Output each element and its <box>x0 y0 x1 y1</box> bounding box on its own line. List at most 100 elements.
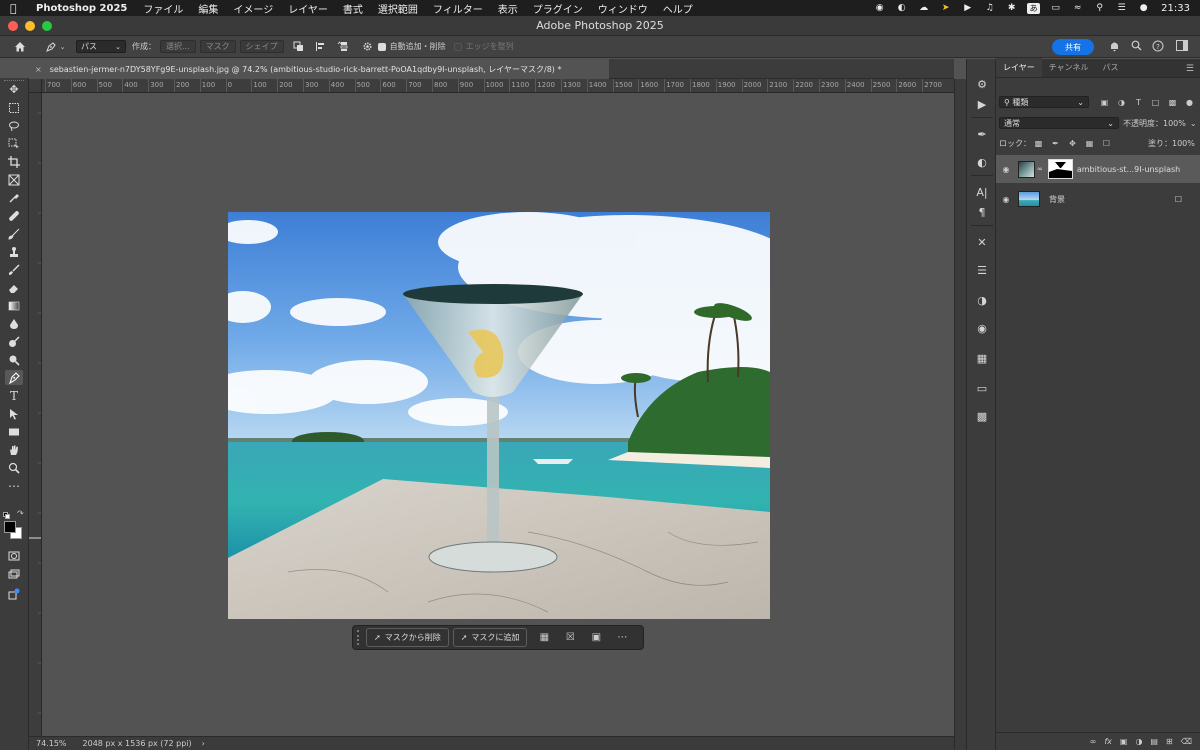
clock[interactable]: 21:33 <box>1161 3 1190 14</box>
tool-presets-icon[interactable]: ✕ <box>975 235 989 249</box>
marquee-tool[interactable] <box>5 100 23 115</box>
eye-icon[interactable]: ◉ <box>996 165 1016 174</box>
pen-mode-select[interactable]: パス ⌄ <box>76 40 126 53</box>
mask-properties-button[interactable]: ▦ <box>531 628 557 647</box>
menu-select[interactable]: 選択範囲 <box>378 1 418 16</box>
eyedropper-tool[interactable] <box>5 190 23 205</box>
path-selection-tool[interactable] <box>5 406 23 421</box>
make-selection-button[interactable]: 選択... <box>160 40 196 53</box>
auto-add-delete-checkbox[interactable] <box>377 42 386 51</box>
zoom-quick-tool[interactable] <box>5 352 23 367</box>
menu-view[interactable]: 表示 <box>498 1 518 16</box>
notifications-icon[interactable] <box>1109 40 1120 54</box>
close-window-button[interactable] <box>8 21 18 31</box>
workspace-icon[interactable] <box>1176 40 1188 53</box>
layer-row[interactable]: ◉ 背景 ☐ <box>996 185 1200 213</box>
folder-icon[interactable]: ▤ <box>1150 737 1158 746</box>
gradients-icon[interactable]: ▭ <box>975 381 989 395</box>
fill-value[interactable]: 100% <box>1172 139 1195 148</box>
adjustments-icon[interactable]: ☰ <box>975 263 989 277</box>
menu-file[interactable]: ファイル <box>143 1 183 16</box>
horizontal-ruler[interactable]: 700 600 500 400 300 200 100 0 100 200 300 400 500 600… <box>42 79 954 93</box>
object-selection-tool[interactable] <box>5 136 23 151</box>
hand-tool[interactable] <box>5 442 23 457</box>
frame-group-button[interactable] <box>5 586 23 601</box>
add-to-mask-button[interactable]: ➚ マスクに追加 <box>452 628 528 647</box>
lock-transparent-icon[interactable]: ▩ <box>1033 138 1044 149</box>
cloud-icon[interactable]: ☁ <box>917 3 930 13</box>
zoom-tool[interactable] <box>5 460 23 475</box>
make-shape-button[interactable]: シェイプ <box>239 40 284 53</box>
document-tab[interactable]: × sebastien-jermer-n7DY58YFg9E-unsplash.… <box>29 59 609 79</box>
menu-layer[interactable]: レイヤー <box>288 1 328 16</box>
path-settings-button[interactable] <box>358 39 378 55</box>
tool-preset-picker[interactable]: ⌄ <box>38 39 72 55</box>
move-tool[interactable]: ✥ <box>5 82 23 97</box>
patterns-icon[interactable]: ▦ <box>975 351 989 365</box>
trash-icon[interactable]: ⌫ <box>1181 737 1192 746</box>
home-button[interactable] <box>6 39 34 55</box>
blend-mode-select[interactable]: 通常 ⌄ <box>999 117 1119 129</box>
chevron-right-icon[interactable]: › <box>202 739 205 748</box>
menu-type[interactable]: 書式 <box>343 1 363 16</box>
tab-paths[interactable]: パス <box>1096 58 1126 77</box>
minimize-window-button[interactable] <box>25 21 35 31</box>
swatches-icon[interactable]: ◉ <box>975 321 989 335</box>
layer-row[interactable]: ◉ ∞ ambitious-st...9I-unsplash <box>996 155 1200 183</box>
volume-icon[interactable]: ♫ <box>983 3 996 13</box>
control-center-icon[interactable]: ☰ <box>1115 3 1128 13</box>
input-method-icon[interactable]: あ <box>1027 2 1041 14</box>
fx-icon[interactable]: fx <box>1104 737 1112 746</box>
canvas-area[interactable]: ➚ マスクから削除 ➚ マスクに追加 ▦ ☒ ▣ ⋯ <box>42 93 954 736</box>
zoom-window-button[interactable] <box>42 21 52 31</box>
blur-tool[interactable] <box>5 316 23 331</box>
brush-settings-icon[interactable]: ✒ <box>975 127 989 141</box>
crop-tool[interactable] <box>5 154 23 169</box>
link-icon[interactable]: ∞ <box>1037 165 1043 173</box>
invert-mask-button[interactable]: ▣ <box>583 628 609 647</box>
frame-tool[interactable] <box>5 172 23 187</box>
taskbar-grip[interactable] <box>357 630 361 645</box>
battery-icon[interactable]: ▭ <box>1049 3 1062 13</box>
smart-object-filter-icon[interactable]: ▩ <box>1167 97 1178 108</box>
path-alignment-button[interactable] <box>310 39 332 55</box>
character-panel-icon[interactable]: A| <box>975 185 989 199</box>
pixel-filter-icon[interactable]: ▣ <box>1099 97 1110 108</box>
edit-toolbar-button[interactable]: ⋯ <box>5 478 23 493</box>
type-filter-icon[interactable]: T <box>1133 97 1144 108</box>
panel-menu-icon[interactable]: ☰ <box>1186 64 1194 74</box>
play-icon[interactable]: ▶ <box>961 3 974 13</box>
share-button[interactable]: 共有 <box>1052 39 1094 55</box>
rectangle-tool[interactable] <box>5 424 23 439</box>
gradient-tool[interactable] <box>5 298 23 313</box>
layer-thumbnail[interactable] <box>1018 191 1040 207</box>
menu-plugins[interactable]: プラグイン <box>533 1 583 16</box>
layer-filter-select[interactable]: ⚲ 種類 ⌄ <box>999 96 1089 108</box>
type-tool[interactable]: T <box>5 388 23 403</box>
lock-image-icon[interactable]: ✒ <box>1050 138 1061 149</box>
lock-artboard-icon[interactable]: ▦ <box>1084 138 1095 149</box>
creative-cloud-icon[interactable]: ◉ <box>873 3 886 13</box>
lock-icon[interactable]: ☐ <box>1175 195 1182 204</box>
history-panel-icon[interactable]: ⚙ <box>975 77 989 91</box>
chevron-down-icon[interactable]: ⌄ <box>1190 119 1197 128</box>
remove-from-mask-button[interactable]: ➚ マスクから削除 <box>366 628 449 647</box>
wifi-icon[interactable]: ≈ <box>1071 3 1084 13</box>
menu-image[interactable]: イメージ <box>233 1 273 16</box>
tab-layers[interactable]: レイヤー <box>996 58 1042 77</box>
screen-mode-button[interactable] <box>5 567 23 582</box>
clone-source-icon[interactable]: ◐ <box>975 155 989 169</box>
bolt-icon[interactable]: ➤ <box>939 3 952 13</box>
app-menu[interactable]: Photoshop 2025 <box>36 3 127 14</box>
lock-position-icon[interactable]: ✥ <box>1067 138 1078 149</box>
tab-channels[interactable]: チャンネル <box>1042 58 1096 77</box>
lock-all-icon[interactable]: ☐ <box>1101 138 1112 149</box>
default-colors-icon[interactable] <box>3 512 10 519</box>
filter-toggle-icon[interactable]: ● <box>1184 97 1195 108</box>
eraser-tool[interactable] <box>5 280 23 295</box>
vertical-ruler[interactable] <box>29 93 42 736</box>
eye-icon[interactable]: ◉ <box>996 195 1016 204</box>
menu-help[interactable]: ヘルプ <box>663 1 693 16</box>
ruler-origin[interactable] <box>29 79 42 93</box>
vertical-scrollbar[interactable] <box>954 79 966 750</box>
